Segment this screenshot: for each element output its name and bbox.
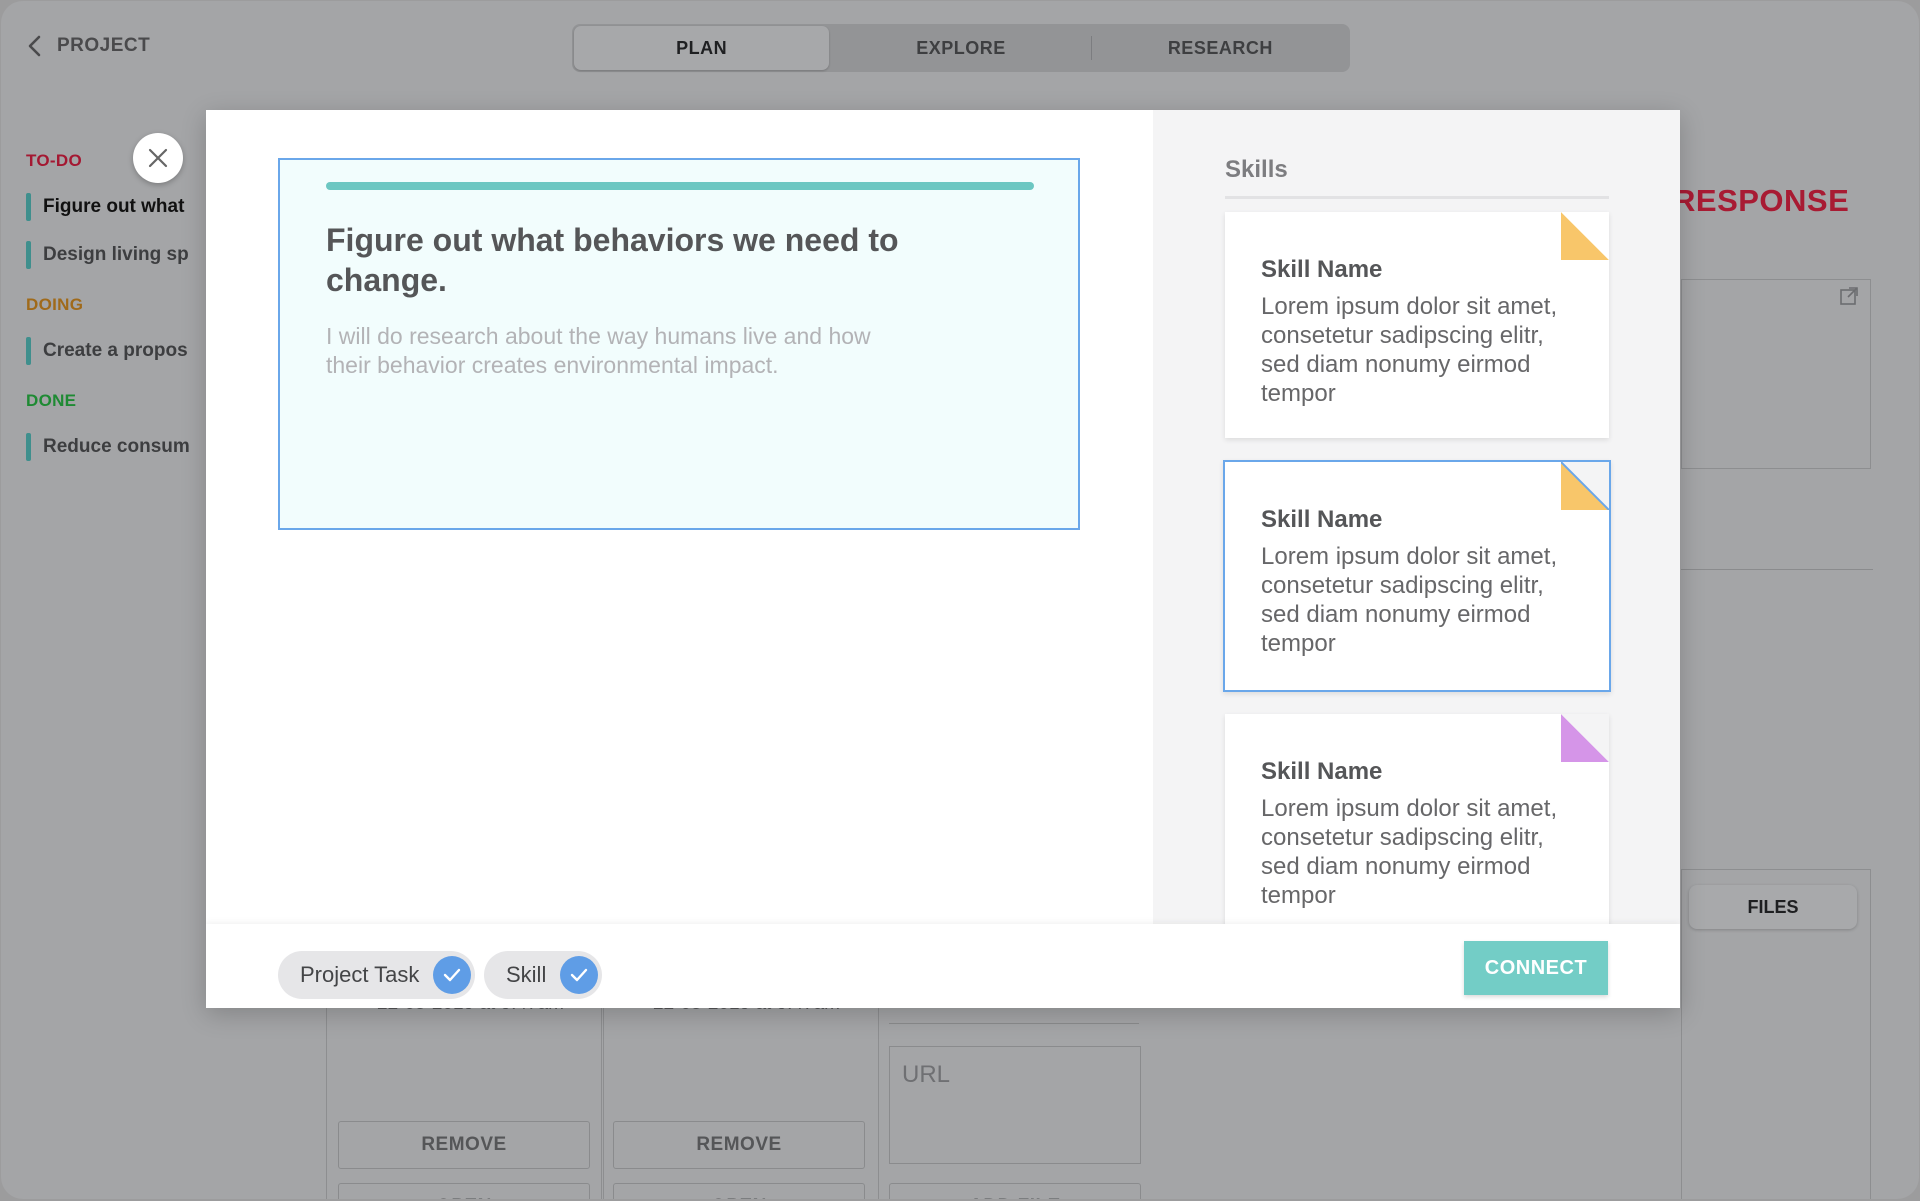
- tab-explore[interactable]: EXPLORE: [833, 26, 1088, 70]
- skill-corner-orange: [1561, 212, 1609, 260]
- open-button-2[interactable]: OPEN: [613, 1183, 865, 1199]
- connect-modal: Figure out what behaviors we need to cha…: [206, 110, 1680, 1008]
- item-bar: [26, 337, 31, 365]
- doing-section: DOING Create a propos: [26, 295, 216, 365]
- app-window: PROJECT PLAN EXPLORE RESEARCH TO-DO Figu…: [1, 1, 1919, 1199]
- sidebar-item-todo-2[interactable]: Design living sp: [26, 241, 216, 269]
- view-tabs: PLAN EXPLORE RESEARCH: [572, 24, 1350, 72]
- todo-section: TO-DO Figure out what Design living sp: [26, 151, 216, 269]
- remove-button-1[interactable]: REMOVE: [338, 1121, 590, 1169]
- skill-corner-purple: [1561, 714, 1609, 762]
- todo-title: TO-DO: [26, 151, 82, 170]
- skill-corner-orange: [1561, 462, 1609, 510]
- tab-research[interactable]: RESEARCH: [1090, 26, 1348, 70]
- sidebar-item-done-1[interactable]: Reduce consum: [26, 433, 216, 461]
- chip-label: Project Task: [300, 962, 420, 987]
- sidebar-item-doing-1[interactable]: Create a propos: [26, 337, 216, 365]
- done-title: DONE: [26, 391, 77, 410]
- skills-divider: [1225, 196, 1609, 199]
- item-bar: [26, 241, 31, 269]
- skill-name: Skill Name: [1261, 256, 1383, 283]
- item-bar: [26, 433, 31, 461]
- connect-button[interactable]: CONNECT: [1464, 941, 1608, 995]
- divider: [1681, 569, 1873, 570]
- chip-project-task[interactable]: Project Task: [278, 951, 476, 999]
- check-icon: [560, 956, 599, 994]
- url-placeholder: URL: [902, 1061, 951, 1088]
- task-sidebar: TO-DO Figure out what Design living sp D…: [26, 151, 216, 487]
- check-icon: [433, 956, 472, 994]
- files-button[interactable]: FILES: [1689, 885, 1857, 929]
- skill-card-3[interactable]: Skill Name Lorem ipsum dolor sit amet, c…: [1225, 714, 1609, 924]
- task-title: Figure out what behaviors we need to cha…: [326, 222, 899, 298]
- back-button[interactable]: PROJECT: [27, 35, 150, 57]
- response-panel: [1681, 279, 1871, 469]
- tab-plan[interactable]: PLAN: [574, 26, 830, 70]
- project-task-card[interactable]: Figure out what behaviors we need to cha…: [278, 158, 1080, 530]
- item-bar: [26, 193, 31, 221]
- response-heading: RESPONSE: [1673, 183, 1850, 218]
- skill-card-1[interactable]: Skill Name Lorem ipsum dolor sit amet, c…: [1225, 212, 1609, 438]
- chip-label: Skill: [506, 962, 547, 987]
- task-pane: Figure out what behaviors we need to cha…: [206, 110, 1153, 924]
- skills-title: Skills: [1225, 156, 1288, 183]
- doing-title: DOING: [26, 295, 84, 314]
- sidebar-item-label: Figure out what: [43, 196, 185, 217]
- skills-pane: Skills Skill Name Lorem ipsum dolor sit …: [1153, 110, 1680, 924]
- skill-name: Skill Name: [1261, 506, 1383, 533]
- close-icon: [148, 148, 168, 168]
- sidebar-item-label: Create a propos: [43, 340, 188, 361]
- skill-card-2-selected[interactable]: Skill Name Lorem ipsum dolor sit amet, c…: [1223, 460, 1611, 692]
- modal-footer: Project Task Skill CONNECT: [206, 924, 1680, 1008]
- done-section: DONE Reduce consum: [26, 391, 216, 461]
- external-link-icon[interactable]: [1839, 286, 1859, 306]
- sidebar-item-label: Design living sp: [43, 244, 189, 265]
- add-file-button[interactable]: ADD FILE: [889, 1183, 1141, 1199]
- skill-description: Lorem ipsum dolor sit amet, consetetur s…: [1261, 543, 1558, 657]
- skill-name: Skill Name: [1261, 758, 1383, 785]
- back-label: PROJECT: [57, 35, 151, 56]
- url-input[interactable]: URL: [889, 1046, 1141, 1164]
- top-bar: PROJECT PLAN EXPLORE RESEARCH: [1, 1, 1919, 101]
- sidebar-item-todo-1[interactable]: Figure out what: [26, 193, 216, 221]
- task-description: I will do research about the way humans …: [326, 323, 871, 378]
- chevron-left-icon: [28, 35, 41, 57]
- divider: [889, 1023, 1139, 1024]
- open-button-1[interactable]: OPEN: [338, 1183, 590, 1199]
- skill-description: Lorem ipsum dolor sit amet, consetetur s…: [1261, 795, 1558, 909]
- task-color-strip: [326, 182, 1034, 190]
- close-modal-button[interactable]: [133, 133, 183, 183]
- chip-skill[interactable]: Skill: [484, 951, 603, 999]
- remove-button-2[interactable]: REMOVE: [613, 1121, 865, 1169]
- sidebar-item-label: Reduce consum: [43, 436, 190, 457]
- skill-description: Lorem ipsum dolor sit amet, consetetur s…: [1261, 293, 1558, 407]
